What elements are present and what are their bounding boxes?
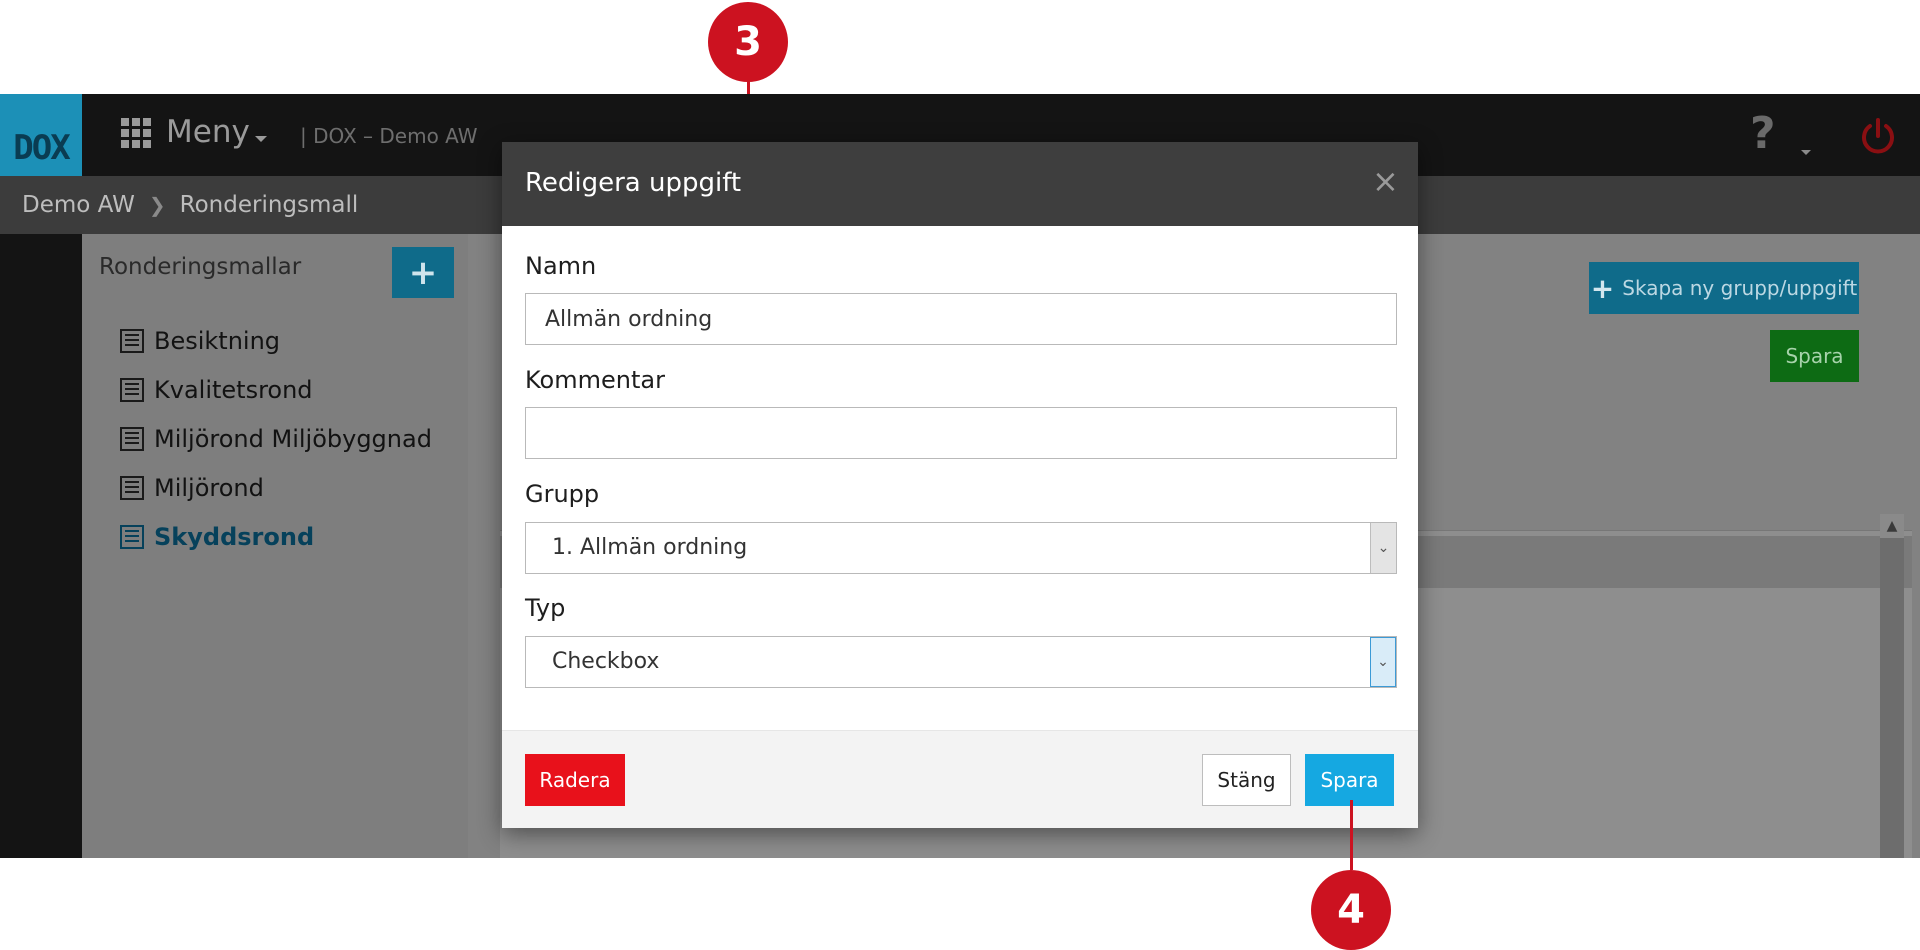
edit-task-dialog: Redigera uppgift × Namn Kommentar Grupp …	[502, 142, 1418, 828]
dialog-footer: Radera Stäng Spara	[502, 730, 1418, 828]
close-button[interactable]: Stäng	[1202, 754, 1291, 806]
callout-line-4	[1350, 800, 1353, 870]
name-field[interactable]	[525, 293, 1397, 345]
group-select[interactable]: 1. Allmän ordning ⌄	[525, 522, 1397, 574]
dialog-title: Redigera uppgift	[525, 168, 742, 198]
comment-field[interactable]	[525, 407, 1397, 459]
callout-marker-3: 3	[708, 2, 788, 82]
app-window: DOX Meny | DOX – Demo AW ? Demo AW ❯ Ron…	[0, 94, 1920, 858]
group-label: Grupp	[525, 480, 600, 508]
chevron-down-icon[interactable]: ⌄	[1370, 523, 1396, 573]
type-label: Typ	[525, 594, 566, 622]
group-select-value: 1. Allmän ordning	[552, 535, 748, 560]
close-icon[interactable]: ×	[1372, 162, 1399, 200]
save-button[interactable]: Spara	[1305, 754, 1394, 806]
callout-marker-4: 4	[1311, 870, 1391, 950]
delete-button[interactable]: Radera	[525, 754, 625, 806]
dialog-header: Redigera uppgift ×	[502, 142, 1418, 226]
type-select[interactable]: Checkbox ⌄	[525, 636, 1397, 688]
name-label: Namn	[525, 252, 597, 280]
type-select-value: Checkbox	[552, 649, 660, 674]
comment-label: Kommentar	[525, 366, 665, 394]
chevron-down-icon[interactable]: ⌄	[1370, 637, 1396, 687]
